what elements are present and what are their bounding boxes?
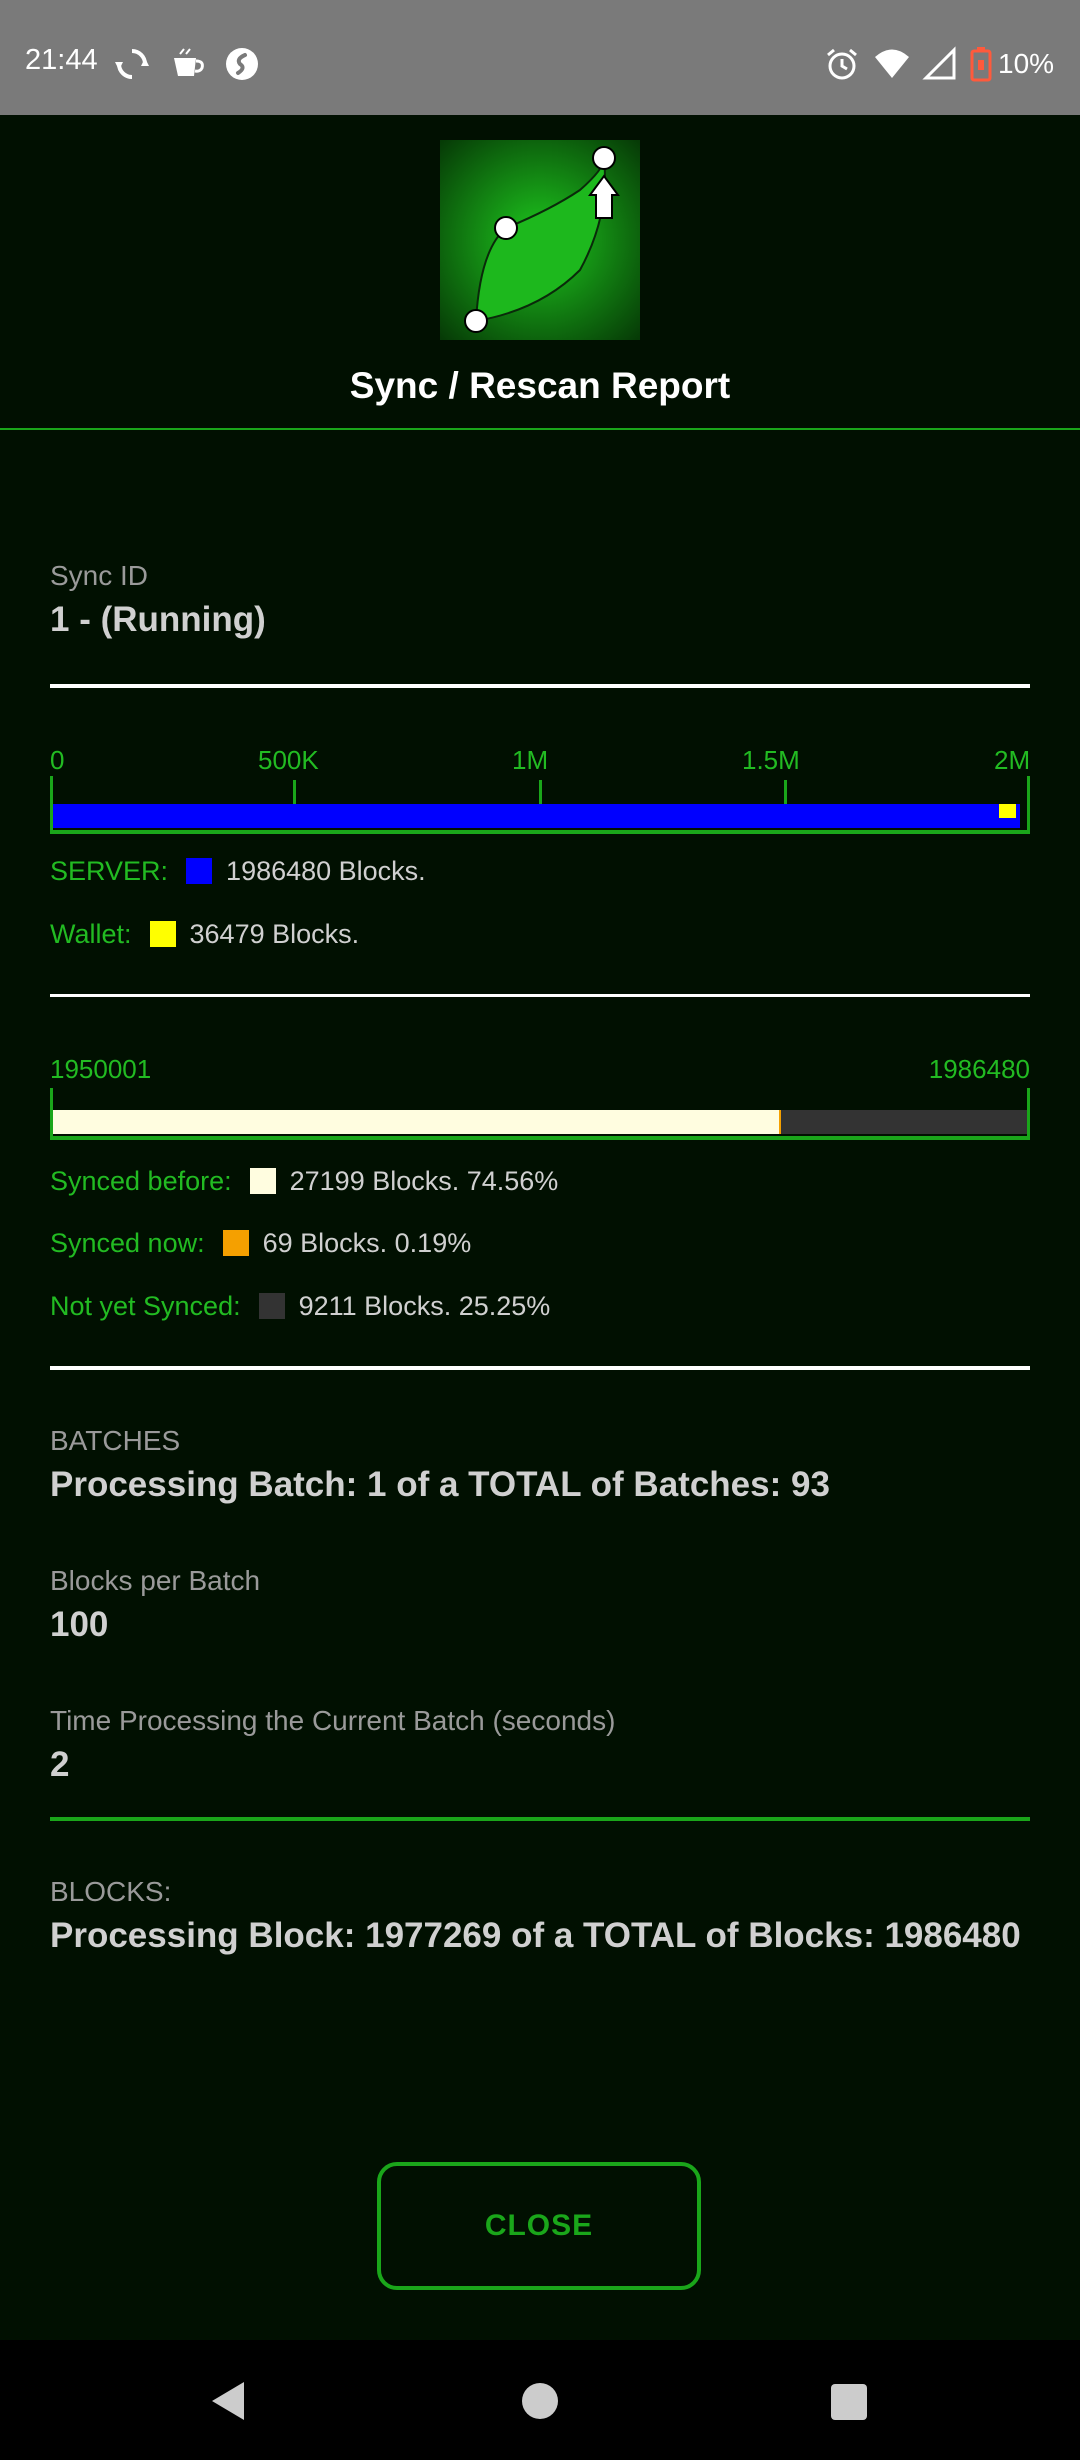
recents-icon[interactable] xyxy=(823,2376,873,2426)
signal-icon xyxy=(922,46,956,80)
server-swatch xyxy=(186,858,213,884)
blocks-label: BLOCKS: xyxy=(50,1876,172,1907)
range-start-label: 1950001 xyxy=(50,1054,152,1084)
status-time: 21:44 xyxy=(25,44,98,76)
synced-now-value: 69 Blocks. 0.19% xyxy=(262,1227,472,1258)
home-icon[interactable] xyxy=(515,2376,565,2426)
server-blocks-fill xyxy=(53,804,1021,828)
sync-id-label: Sync ID xyxy=(50,560,149,591)
back-icon[interactable] xyxy=(204,2376,254,2426)
app-logo xyxy=(440,140,640,340)
wallet-legend: Wallet: 36479 Blocks. xyxy=(50,914,359,954)
server-legend: SERVER: 1986480 Blocks. xyxy=(50,851,426,891)
not-synced-value: 9211 Blocks. 25.25% xyxy=(298,1290,551,1321)
divider xyxy=(50,994,1030,997)
range-progress-bar xyxy=(50,1088,1030,1140)
status-bar: 21:44 10% xyxy=(0,0,1080,115)
sync-id-value: 1 - (Running) xyxy=(50,600,266,639)
server-legend-label: SERVER: xyxy=(50,855,169,886)
server-legend-value: 1986480 Blocks. xyxy=(226,855,426,886)
batches-value: Processing Batch: 1 of a TOTAL of Batche… xyxy=(50,1465,830,1504)
synced-now-swatch xyxy=(222,1230,249,1256)
tick-label: 0 xyxy=(50,745,65,775)
wallet-swatch xyxy=(149,921,176,947)
synced-now-legend: Synced now: 69 Blocks. 0.19% xyxy=(50,1223,471,1263)
close-button[interactable]: CLOSE xyxy=(377,2162,701,2290)
divider xyxy=(50,684,1030,688)
alarm-icon xyxy=(827,48,857,80)
cup-icon xyxy=(174,48,204,76)
wifi-icon xyxy=(875,49,909,78)
header-divider xyxy=(0,428,1080,430)
batches-label: BATCHES xyxy=(50,1425,181,1456)
synced-before-legend: Synced before: 27199 Blocks. 74.56% xyxy=(50,1161,558,1201)
battery-icon xyxy=(970,47,992,82)
blocks-per-batch-value: 100 xyxy=(50,1605,109,1644)
battery-percent: 10% xyxy=(998,48,1055,79)
range-end-label: 1986480 xyxy=(928,1054,1030,1084)
batch-time-value: 2 xyxy=(50,1745,70,1784)
synced-before-value: 27199 Blocks. 74.56% xyxy=(289,1165,559,1196)
synced-now-fill xyxy=(779,1110,782,1134)
navigation-bar xyxy=(0,2340,1080,2460)
not-synced-label: Not yet Synced: xyxy=(50,1290,241,1321)
synced-before-label: Synced before: xyxy=(50,1165,232,1196)
synced-before-fill xyxy=(53,1110,780,1134)
page-title: Sync / Rescan Report xyxy=(349,365,731,406)
synced-before-swatch xyxy=(249,1168,276,1194)
server-progress-bar xyxy=(50,776,1030,834)
not-synced-legend: Not yet Synced: 9211 Blocks. 25.25% xyxy=(50,1286,550,1326)
tick-label: 2M xyxy=(994,745,1031,775)
divider xyxy=(50,1366,1030,1370)
wallet-legend-label: Wallet: xyxy=(50,918,132,949)
shazam-icon xyxy=(226,48,258,80)
sync-icon xyxy=(115,49,149,79)
wallet-blocks-fill xyxy=(998,804,1017,818)
batch-time-label: Time Processing the Current Batch (secon… xyxy=(50,1705,616,1736)
tick-label: 1.5M xyxy=(742,745,800,775)
blocks-per-batch-label: Blocks per Batch xyxy=(50,1565,261,1596)
wallet-legend-value: 36479 Blocks. xyxy=(189,918,360,949)
divider xyxy=(50,1817,1030,1821)
not-synced-swatch xyxy=(258,1293,285,1319)
tick-label: 1M xyxy=(512,745,549,775)
synced-now-label: Synced now: xyxy=(50,1227,205,1258)
tick-label: 500K xyxy=(258,745,319,775)
blocks-value: Processing Block: 1977269 of a TOTAL of … xyxy=(50,1916,1021,1955)
